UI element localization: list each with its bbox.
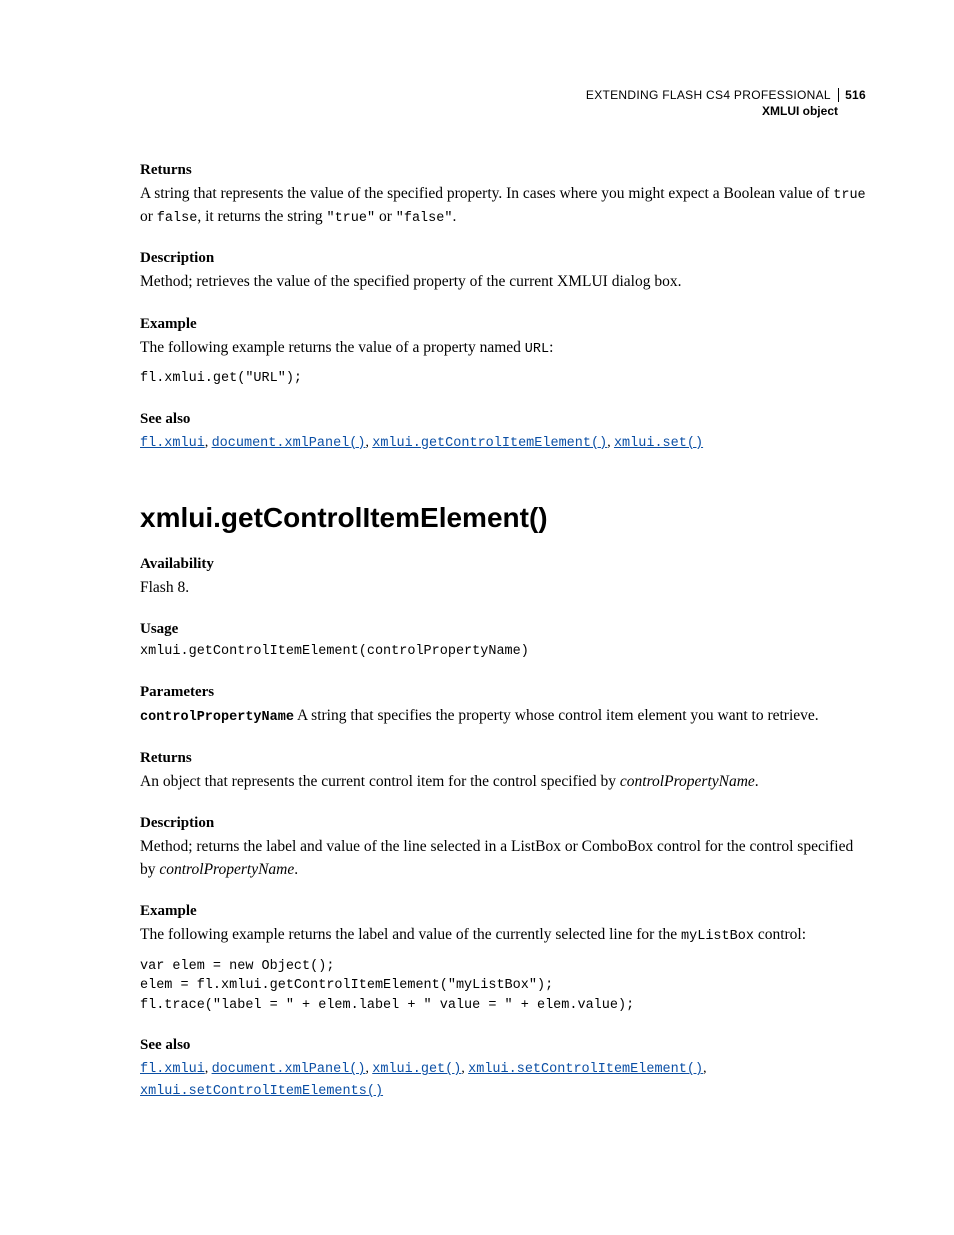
separator: , bbox=[205, 1060, 212, 1075]
example-heading-2: Example bbox=[140, 903, 866, 920]
example-heading: Example bbox=[140, 316, 866, 333]
link-document-xmlpanel[interactable]: document.xmlPanel() bbox=[212, 436, 366, 451]
text: or bbox=[375, 208, 396, 225]
text: : bbox=[549, 339, 553, 356]
usage-heading: Usage bbox=[140, 621, 866, 638]
link-xmlui-set[interactable]: xmlui.set() bbox=[614, 436, 703, 451]
returns-paragraph: A string that represents the value of th… bbox=[140, 183, 866, 228]
see-also-heading-2: See also bbox=[140, 1037, 866, 1054]
description-heading-2: Description bbox=[140, 815, 866, 832]
text: The following example returns the value … bbox=[140, 339, 525, 356]
header-subtitle: XMLUI object bbox=[140, 104, 866, 118]
example-code-2: var elem = new Object(); elem = fl.xmlui… bbox=[140, 957, 866, 1016]
returns-heading-2: Returns bbox=[140, 750, 866, 767]
page-number: 516 bbox=[838, 88, 866, 102]
parameter-line: controlPropertyName A string that specif… bbox=[140, 705, 866, 728]
text: control: bbox=[754, 926, 806, 943]
link-fl-xmlui[interactable]: fl.xmlui bbox=[140, 1062, 205, 1077]
see-also-links-2: fl.xmlui, document.xmlPanel(), xmlui.get… bbox=[140, 1058, 866, 1103]
text: A string that represents the value of th… bbox=[140, 185, 833, 202]
example-intro: The following example returns the value … bbox=[140, 337, 866, 360]
doc-title: EXTENDING FLASH CS4 PROFESSIONAL bbox=[586, 88, 831, 102]
separator: , bbox=[703, 1060, 706, 1075]
param-name: controlPropertyName bbox=[140, 710, 294, 725]
description-heading: Description bbox=[140, 250, 866, 267]
description-paragraph-2: Method; returns the label and value of t… bbox=[140, 836, 866, 881]
italic-term: controlPropertyName bbox=[159, 861, 294, 878]
text: An object that represents the current co… bbox=[140, 773, 620, 790]
text: or bbox=[140, 208, 157, 225]
code-inline: "false" bbox=[396, 211, 453, 226]
italic-term: controlPropertyName bbox=[620, 773, 755, 790]
text: . bbox=[755, 773, 759, 790]
availability-heading: Availability bbox=[140, 556, 866, 573]
see-also-links: fl.xmlui, document.xmlPanel(), xmlui.get… bbox=[140, 432, 866, 454]
link-fl-xmlui[interactable]: fl.xmlui bbox=[140, 436, 205, 451]
separator: , bbox=[607, 434, 614, 449]
page-content: EXTENDING FLASH CS4 PROFESSIONAL 516 XML… bbox=[0, 0, 954, 1103]
parameters-heading: Parameters bbox=[140, 684, 866, 701]
link-xmlui-setcontrolitemelement[interactable]: xmlui.setControlItemElement() bbox=[468, 1062, 703, 1077]
text: . bbox=[294, 861, 298, 878]
code-inline: "true" bbox=[326, 211, 375, 226]
header-line-1: EXTENDING FLASH CS4 PROFESSIONAL 516 bbox=[140, 88, 866, 102]
returns-paragraph-2: An object that represents the current co… bbox=[140, 771, 866, 793]
availability-text: Flash 8. bbox=[140, 577, 866, 599]
param-description: A string that specifies the property who… bbox=[294, 707, 819, 724]
separator: , bbox=[205, 434, 212, 449]
text: The following example returns the label … bbox=[140, 926, 681, 943]
code-inline: URL bbox=[525, 342, 549, 357]
code-inline: myListBox bbox=[681, 929, 754, 944]
example-intro-2: The following example returns the label … bbox=[140, 924, 866, 947]
text: , it returns the string bbox=[197, 208, 326, 225]
returns-heading: Returns bbox=[140, 162, 866, 179]
see-also-heading: See also bbox=[140, 411, 866, 428]
method-heading: xmlui.getControlItemElement() bbox=[140, 502, 866, 534]
usage-code: xmlui.getControlItemElement(controlPrope… bbox=[140, 642, 866, 662]
running-header: EXTENDING FLASH CS4 PROFESSIONAL 516 XML… bbox=[140, 88, 866, 118]
link-xmlui-setcontrolitemelements[interactable]: xmlui.setControlItemElements() bbox=[140, 1084, 383, 1099]
link-xmlui-get[interactable]: xmlui.get() bbox=[372, 1062, 461, 1077]
text: . bbox=[452, 208, 456, 225]
link-document-xmlpanel[interactable]: document.xmlPanel() bbox=[212, 1062, 366, 1077]
link-xmlui-getcontrolitemelement[interactable]: xmlui.getControlItemElement() bbox=[372, 436, 607, 451]
code-inline: false bbox=[157, 211, 198, 226]
code-inline: true bbox=[833, 188, 865, 203]
example-code: fl.xmlui.get("URL"); bbox=[140, 369, 866, 389]
description-paragraph: Method; retrieves the value of the speci… bbox=[140, 271, 866, 293]
